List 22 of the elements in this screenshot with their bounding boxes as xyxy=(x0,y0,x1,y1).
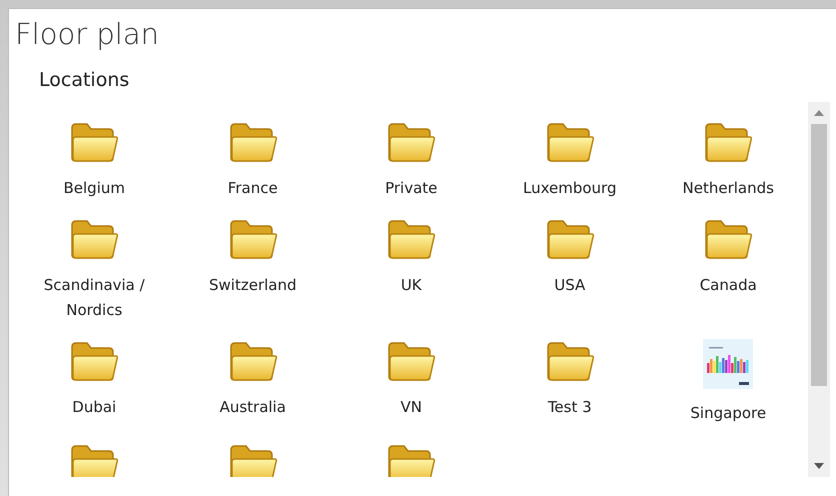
item-label[interactable]: Test 3 xyxy=(500,394,640,420)
window-title: Floor plan xyxy=(14,16,160,51)
item-label[interactable]: VN xyxy=(341,394,482,420)
item-label[interactable]: Netherlands xyxy=(658,176,798,201)
scroll-up-icon[interactable] xyxy=(814,110,824,116)
item-label[interactable]: Luxembourg xyxy=(500,176,640,201)
item-label[interactable]: USA xyxy=(500,272,640,298)
skyline-thumbnail[interactable] xyxy=(703,338,754,389)
item-label[interactable]: Switzerland xyxy=(182,272,323,298)
item-label[interactable]: Dubai xyxy=(24,394,164,420)
vertical-scrollbar[interactable] xyxy=(808,102,830,477)
item-label[interactable]: Canada xyxy=(658,272,798,298)
item-label[interactable]: Private xyxy=(341,176,482,201)
item-label[interactable]: Australia xyxy=(182,394,323,420)
item-label[interactable]: Belgium xyxy=(24,176,164,201)
item-label[interactable]: UK xyxy=(341,272,482,298)
item-label[interactable]: France xyxy=(182,176,323,201)
section-title: Locations xyxy=(38,68,130,92)
scrollbar-thumb[interactable] xyxy=(811,124,827,386)
scroll-down-icon[interactable] xyxy=(814,462,824,469)
item-label[interactable]: Singapore xyxy=(658,400,798,426)
item-label[interactable]: Scandinavia / Nordics xyxy=(24,272,164,323)
